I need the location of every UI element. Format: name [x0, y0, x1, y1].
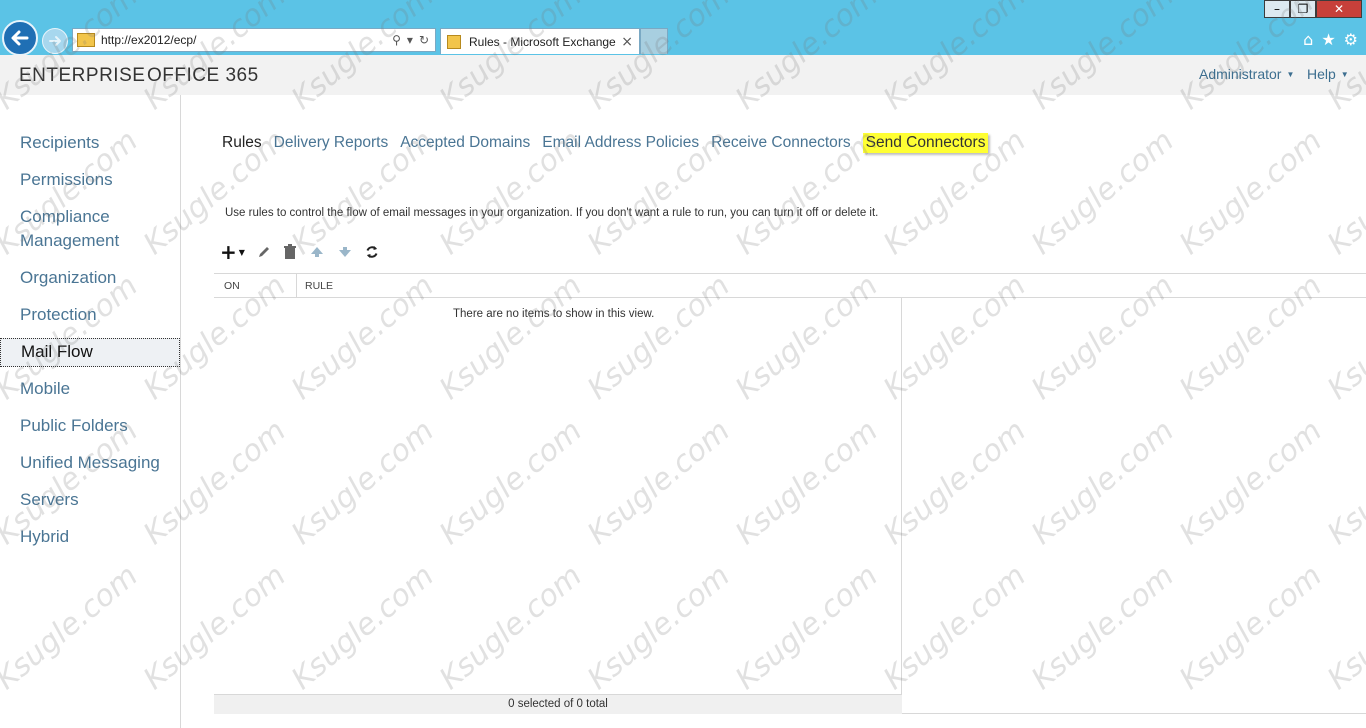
restore-button[interactable]: ❐ — [1290, 0, 1316, 18]
rules-list-header: ON RULE — [214, 273, 1366, 298]
dropdown-icon[interactable]: ▾ — [407, 33, 413, 47]
sidebar-item-mail-flow[interactable]: Mail Flow — [0, 338, 180, 367]
tab-accepted-domains[interactable]: Accepted Domains — [400, 134, 530, 152]
arrow-up-icon — [310, 247, 323, 257]
tab-receive-connectors[interactable]: Receive Connectors — [711, 134, 851, 152]
rules-toolbar: + ▼ — [220, 240, 391, 264]
browser-tab[interactable]: Rules - Microsoft Exchange × — [440, 28, 640, 54]
sidebar-item-unified-messaging[interactable]: Unified Messaging — [0, 451, 180, 475]
user-menu[interactable]: Administrator ▼ — [1199, 66, 1294, 82]
star-icon[interactable]: ★ — [1321, 30, 1335, 49]
tab-title: Rules - Microsoft Exchange — [469, 34, 616, 49]
tab-email-address-policies[interactable]: Email Address Policies — [542, 134, 699, 152]
sidebar-item-mobile[interactable]: Mobile — [0, 377, 180, 401]
browser-toolbar: http://ex2012/ecp/ ⚲ ▾ ↻ Rules - Microso… — [0, 0, 1366, 56]
minimize-button[interactable]: – — [1264, 0, 1290, 18]
chevron-down-icon: ▼ — [1286, 69, 1295, 79]
rules-list: There are no items to show in this view. — [214, 298, 902, 694]
page-description: Use rules to control the flow of email m… — [225, 207, 879, 219]
add-button[interactable]: + ▼ — [220, 240, 245, 264]
empty-list-message: There are no items to show in this view. — [453, 308, 655, 320]
sidebar-item-permissions[interactable]: Permissions — [0, 168, 180, 192]
watermark-text: Ksugle.com — [1321, 123, 1366, 262]
new-tab-button[interactable] — [640, 28, 668, 54]
edit-button[interactable] — [257, 242, 271, 262]
watermark-text: Ksugle.com — [1025, 123, 1181, 262]
mail-flow-tabs: Rules Delivery Reports Accepted Domains … — [222, 133, 1000, 153]
arrow-left-icon — [11, 30, 29, 46]
brand-enterprise[interactable]: ENTERPRISE — [19, 65, 145, 87]
refresh-icon[interactable]: ↻ — [419, 33, 429, 47]
sidebar-item-public-folders[interactable]: Public Folders — [0, 414, 180, 438]
ecp-header: ENTERPRISE OFFICE 365 Administrator ▼ He… — [0, 55, 1366, 95]
address-bar[interactable]: http://ex2012/ecp/ ⚲ ▾ ↻ — [72, 28, 436, 52]
arrow-down-icon — [338, 247, 351, 257]
sidebar-item-protection[interactable]: Protection — [0, 303, 180, 327]
search-icon[interactable]: ⚲ — [392, 33, 401, 47]
watermark-text: Ksugle.com — [1173, 123, 1329, 262]
pencil-icon — [258, 247, 269, 257]
help-menu[interactable]: Help ▼ — [1307, 66, 1349, 82]
forward-button[interactable] — [42, 28, 68, 54]
column-divider — [296, 274, 297, 298]
sidebar-item-compliance-management[interactable]: Compliance Management — [0, 205, 140, 253]
sidebar-item-recipients[interactable]: Recipients — [0, 131, 180, 155]
sidebar-item-servers[interactable]: Servers — [0, 488, 180, 512]
close-window-button[interactable]: ✕ — [1316, 0, 1362, 18]
sidebar: Recipients Permissions Compliance Manage… — [0, 95, 181, 728]
arrow-right-icon — [49, 36, 61, 46]
trash-icon — [283, 244, 296, 259]
chevron-down-icon: ▼ — [238, 247, 245, 257]
move-up-button[interactable] — [309, 242, 325, 262]
move-down-button[interactable] — [337, 242, 353, 262]
tab-rules[interactable]: Rules — [222, 134, 262, 152]
sidebar-item-organization[interactable]: Organization — [0, 266, 180, 290]
delete-button[interactable] — [283, 242, 297, 262]
back-button[interactable] — [2, 20, 38, 56]
tab-send-connectors[interactable]: Send Connectors — [862, 133, 989, 153]
tab-close-icon[interactable]: × — [621, 34, 633, 50]
column-header-rule[interactable]: RULE — [305, 280, 333, 292]
details-pane — [902, 298, 1366, 714]
tab-favicon-icon — [447, 34, 461, 49]
column-header-on[interactable]: ON — [224, 280, 240, 292]
tab-delivery-reports[interactable]: Delivery Reports — [274, 134, 389, 152]
address-text: http://ex2012/ecp/ — [101, 33, 197, 47]
favicon-icon — [77, 33, 95, 47]
plus-icon: + — [220, 240, 237, 264]
home-icon[interactable]: ⌂ — [1303, 30, 1313, 49]
brand-office365[interactable]: OFFICE 365 — [147, 65, 259, 87]
user-name: Administrator — [1199, 66, 1282, 82]
list-status-bar: 0 selected of 0 total — [214, 694, 902, 714]
gear-icon[interactable]: ⚙ — [1344, 30, 1358, 49]
chevron-down-icon: ▼ — [1340, 69, 1349, 79]
help-label: Help — [1307, 66, 1336, 82]
sidebar-item-hybrid[interactable]: Hybrid — [0, 525, 180, 549]
refresh-button[interactable] — [365, 242, 379, 262]
refresh-icon — [366, 246, 378, 258]
